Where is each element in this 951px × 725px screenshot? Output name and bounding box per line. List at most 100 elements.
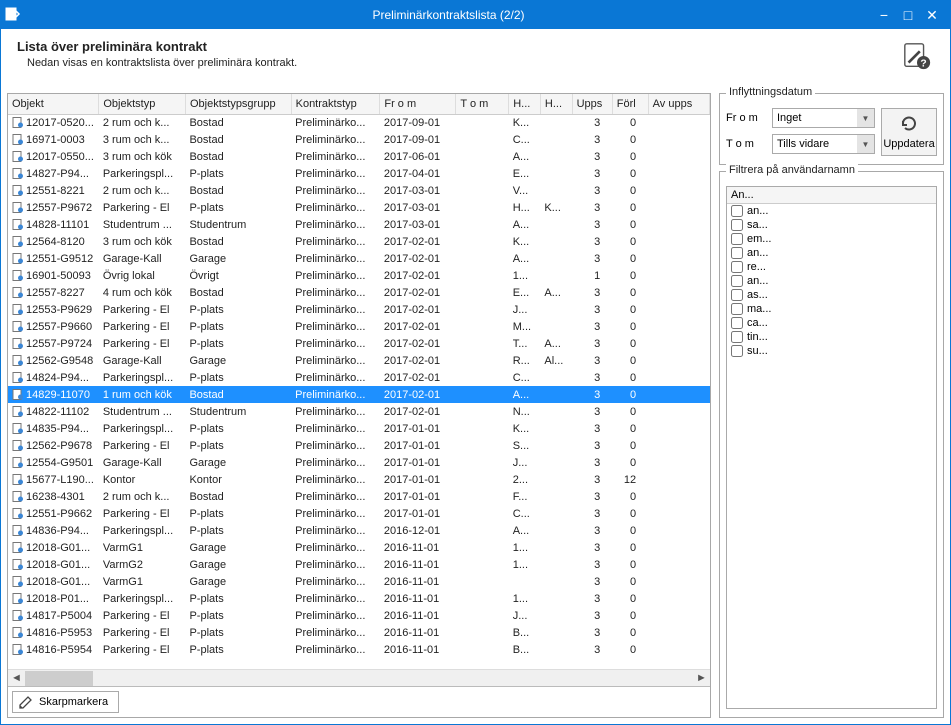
table-row[interactable]: 16901-50093Övrig lokalÖvrigtPreliminärko… — [8, 267, 710, 284]
user-checkbox[interactable] — [731, 219, 743, 231]
table-cell: 3 rum och kök — [99, 233, 186, 250]
table-row[interactable]: 12018-G01...VarmG2GaragePreliminärko...2… — [8, 556, 710, 573]
table-cell: 3 — [572, 114, 612, 131]
table-cell: Bostad — [185, 488, 291, 505]
table-cell: 3 — [572, 488, 612, 505]
table-cell: 0 — [612, 505, 648, 522]
table-row[interactable]: 12551-P9662Parkering - ElP-platsPrelimin… — [8, 505, 710, 522]
table-row[interactable]: 12018-G01...VarmG1GaragePreliminärko...2… — [8, 539, 710, 556]
chevron-down-icon[interactable]: ▼ — [857, 109, 874, 127]
table-row[interactable]: 14824-P94...Parkeringspl...P-platsPrelim… — [8, 369, 710, 386]
table-row[interactable]: 12017-0520...2 rum och k...BostadPrelimi… — [8, 114, 710, 131]
skarpmarkera-button[interactable]: Skarpmarkera — [12, 691, 119, 713]
user-checkbox[interactable] — [731, 275, 743, 287]
table-cell — [540, 216, 572, 233]
scroll-left-arrow[interactable]: ◄ — [8, 670, 25, 687]
column-header[interactable]: H... — [540, 94, 572, 114]
column-header[interactable]: Förl — [612, 94, 648, 114]
table-row[interactable]: 14835-P94...Parkeringspl...P-platsPrelim… — [8, 420, 710, 437]
table-row[interactable]: 12557-P9660Parkering - ElP-platsPrelimin… — [8, 318, 710, 335]
horizontal-scrollbar[interactable]: ◄ ► — [8, 669, 710, 686]
close-button[interactable]: ✕ — [924, 7, 940, 23]
table-row[interactable]: 12554-G9501Garage-KallGaragePreliminärko… — [8, 454, 710, 471]
table-row[interactable]: 12557-P9672Parkering - ElP-platsPrelimin… — [8, 199, 710, 216]
user-checkbox[interactable] — [731, 233, 743, 245]
table-row[interactable]: 12551-G9512Garage-KallGaragePreliminärko… — [8, 250, 710, 267]
table-row[interactable]: 12017-0550...3 rum och kökBostadPrelimin… — [8, 148, 710, 165]
grid-scroll[interactable]: ObjektObjektstypObjektstypsgruppKontrakt… — [8, 94, 710, 669]
table-row[interactable]: 14828-11101Studentrum ...StudentrumPreli… — [8, 216, 710, 233]
column-header[interactable]: Fr o m — [380, 94, 456, 114]
user-row[interactable]: an... — [727, 274, 936, 288]
table-row[interactable]: 14816-P5954Parkering - ElP-platsPrelimin… — [8, 641, 710, 658]
user-row[interactable]: ma... — [727, 302, 936, 316]
table-row[interactable]: 12562-G9548Garage-KallGaragePreliminärko… — [8, 352, 710, 369]
table-row[interactable]: 15677-L190...KontorKontorPreliminärko...… — [8, 471, 710, 488]
column-header[interactable]: Av upps — [648, 94, 709, 114]
user-row[interactable]: an... — [727, 246, 936, 260]
scroll-right-arrow[interactable]: ► — [693, 670, 710, 687]
help-icon[interactable]: ? — [900, 39, 934, 73]
user-list[interactable]: An... an...sa...em...an...re...an...as..… — [726, 186, 937, 709]
table-row[interactable]: 12564-81203 rum och kökBostadPreliminärk… — [8, 233, 710, 250]
table-cell: Parkering - El — [99, 318, 186, 335]
table-cell: A... — [509, 216, 541, 233]
user-checkbox[interactable] — [731, 317, 743, 329]
table-row[interactable]: 14827-P94...Parkeringspl...P-platsPrelim… — [8, 165, 710, 182]
maximize-button[interactable]: □ — [900, 7, 916, 23]
minimize-button[interactable]: − — [876, 7, 892, 23]
table-row[interactable]: 16971-00033 rum och k...BostadPreliminär… — [8, 131, 710, 148]
from-date-combo[interactable]: Inget ▼ — [772, 108, 875, 128]
page-title: Lista över preliminära kontrakt — [17, 39, 900, 54]
chevron-down-icon[interactable]: ▼ — [857, 135, 874, 153]
column-header[interactable]: Upps — [572, 94, 612, 114]
user-checkbox[interactable] — [731, 261, 743, 273]
user-row[interactable]: em... — [727, 232, 936, 246]
table-row[interactable]: 12557-82274 rum och kökBostadPreliminärk… — [8, 284, 710, 301]
user-row[interactable]: sa... — [727, 218, 936, 232]
table-row[interactable]: 14829-110701 rum och kökBostadPreliminär… — [8, 386, 710, 403]
table-cell — [648, 199, 709, 216]
column-header[interactable]: T o m — [456, 94, 509, 114]
user-row[interactable]: tin... — [727, 330, 936, 344]
user-checkbox[interactable] — [731, 247, 743, 259]
user-row[interactable]: an... — [727, 204, 936, 218]
table-row[interactable]: 12553-P9629Parkering - ElP-platsPrelimin… — [8, 301, 710, 318]
user-checkbox[interactable] — [731, 331, 743, 343]
to-date-combo[interactable]: Tills vidare ▼ — [772, 134, 875, 154]
table-row[interactable]: 14816-P5953Parkering - ElP-platsPrelimin… — [8, 624, 710, 641]
table-cell — [540, 131, 572, 148]
table-cell: 0 — [612, 250, 648, 267]
user-row[interactable]: re... — [727, 260, 936, 274]
table-row[interactable]: 14817-P5004Parkering - ElP-platsPrelimin… — [8, 607, 710, 624]
table-row[interactable]: 16238-43012 rum och k...BostadPreliminär… — [8, 488, 710, 505]
column-header[interactable]: Kontraktstyp — [291, 94, 380, 114]
user-checkbox[interactable] — [731, 303, 743, 315]
table-cell — [648, 641, 709, 658]
user-row[interactable]: as... — [727, 288, 936, 302]
table-cell: 3 — [572, 590, 612, 607]
table-cell: B... — [509, 641, 541, 658]
table-cell — [648, 607, 709, 624]
user-row[interactable]: ca... — [727, 316, 936, 330]
user-checkbox[interactable] — [731, 345, 743, 357]
table-row[interactable]: 12018-P01...Parkeringspl...P-platsPrelim… — [8, 590, 710, 607]
user-checkbox[interactable] — [731, 289, 743, 301]
user-checkbox[interactable] — [731, 205, 743, 217]
table-cell: Kontor — [99, 471, 186, 488]
contract-table[interactable]: ObjektObjektstypObjektstypsgruppKontrakt… — [8, 94, 710, 658]
user-row[interactable]: su... — [727, 344, 936, 358]
table-row[interactable]: 14836-P94...Parkeringspl...P-platsPrelim… — [8, 522, 710, 539]
table-row[interactable]: 12018-G01...VarmG1GaragePreliminärko...2… — [8, 573, 710, 590]
column-header[interactable]: Objekt — [8, 94, 99, 114]
scrollbar-thumb[interactable] — [25, 671, 93, 686]
table-row[interactable]: 12551-82212 rum och k...BostadPreliminär… — [8, 182, 710, 199]
column-header[interactable]: Objektstyp — [99, 94, 186, 114]
update-button[interactable]: Uppdatera — [881, 108, 937, 156]
column-header[interactable]: H... — [509, 94, 541, 114]
table-row[interactable]: 12557-P9724Parkering - ElP-platsPrelimin… — [8, 335, 710, 352]
table-cell: 3 — [572, 233, 612, 250]
column-header[interactable]: Objektstypsgrupp — [185, 94, 291, 114]
table-row[interactable]: 12562-P9678Parkering - ElP-platsPrelimin… — [8, 437, 710, 454]
table-row[interactable]: 14822-11102Studentrum ...StudentrumPreli… — [8, 403, 710, 420]
